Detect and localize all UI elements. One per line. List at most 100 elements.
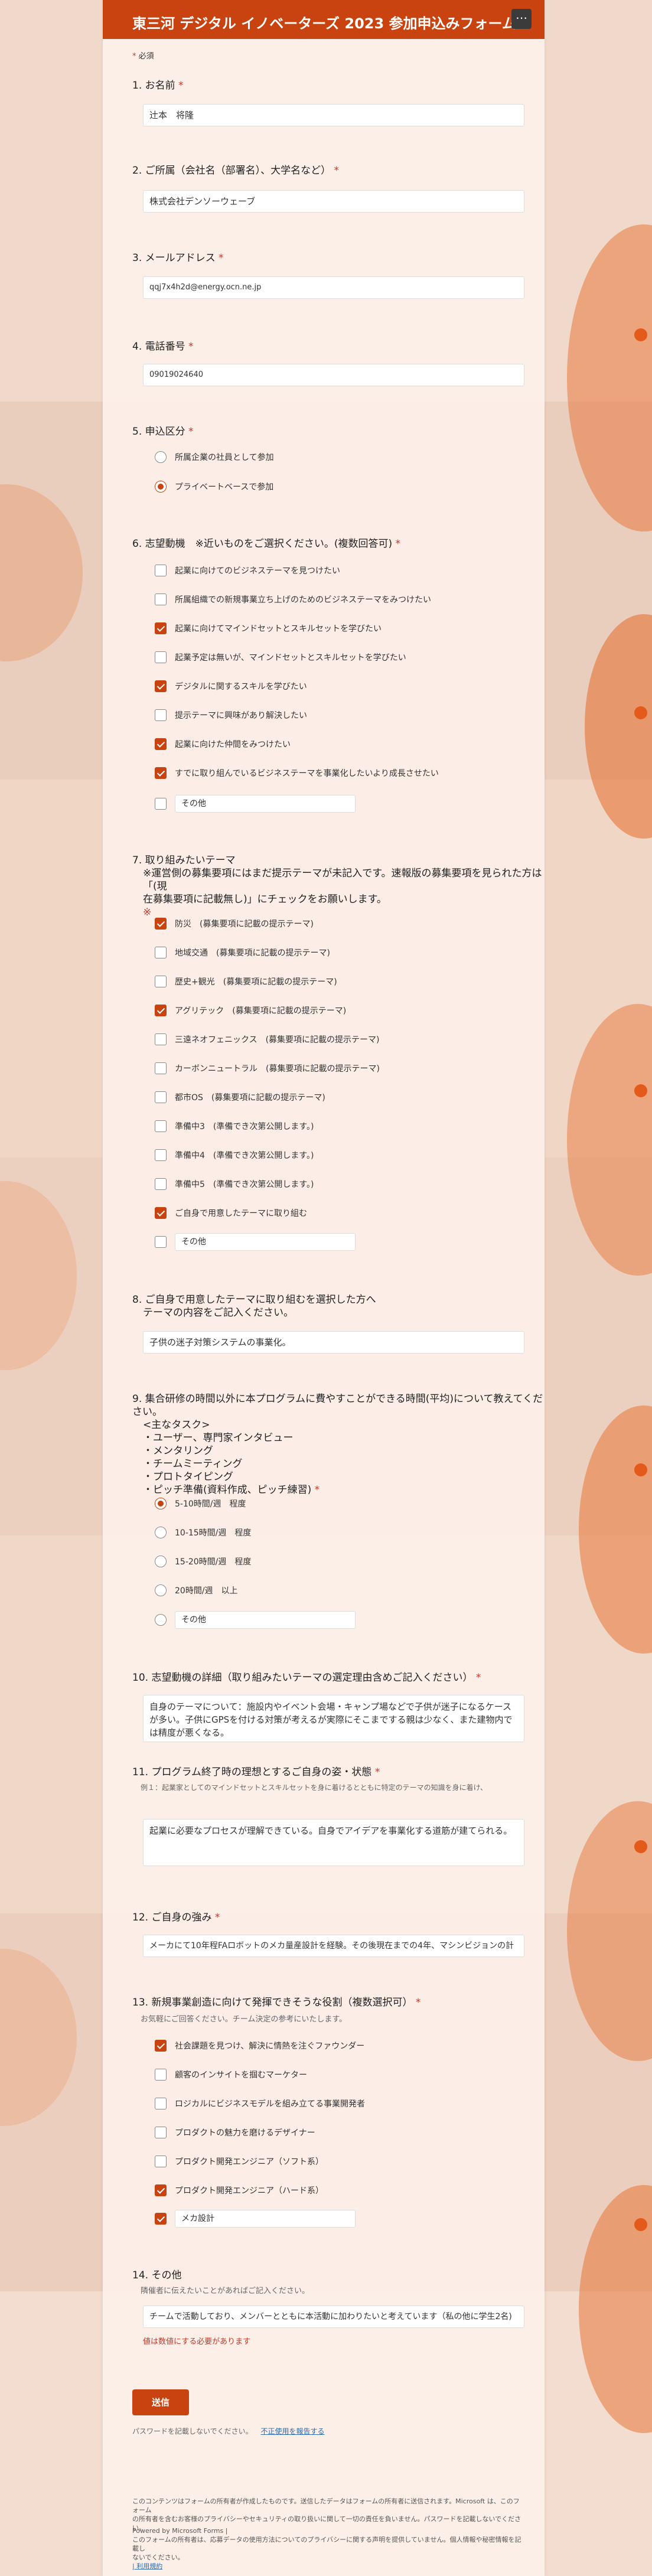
q5-title: 5. 申込区分 *	[132, 426, 194, 438]
q7-other-option[interactable]: その他	[155, 1233, 356, 1251]
q8-title: 8. ご自身で用意したテーマに取り組むを選択した方へ テーマの内容をご記入くださ…	[132, 1294, 376, 1319]
own-theme-field[interactable]: 子供の迷子対策システムの事業化。	[143, 1331, 524, 1354]
checkbox[interactable]	[155, 1005, 167, 1016]
q9-option[interactable]: 20時間/週 以上	[155, 1583, 238, 1597]
q9-other-option[interactable]: その他	[155, 1611, 356, 1629]
checkbox[interactable]	[155, 1207, 167, 1219]
report-abuse-link[interactable]: 不正使用を報告する	[260, 2427, 324, 2435]
radio-button[interactable]	[155, 481, 167, 493]
checkbox[interactable]	[155, 976, 167, 987]
checkbox[interactable]	[155, 565, 167, 576]
q6-option[interactable]: 所属組織での新規事業立ち上げのためのビジネステーマをみつけたい	[155, 592, 431, 606]
q6-other-input[interactable]: その他	[175, 795, 356, 813]
checkbox[interactable]	[155, 767, 167, 779]
strengths-field[interactable]: メーカにて10年程FAロボットのメカ量産設計を経験。その後現在までの4年、マシン…	[143, 1935, 524, 1957]
q7-option[interactable]: 準備中5 (準備でき次第公開します。)	[155, 1177, 314, 1191]
checkbox[interactable]	[155, 1236, 167, 1248]
q7-option[interactable]: 準備中4 (準備でき次第公開します。)	[155, 1148, 314, 1162]
q7-option[interactable]: 都市OS (募集要項に記載の提示テーマ)	[155, 1090, 325, 1104]
checkbox[interactable]	[155, 918, 167, 930]
q7-option[interactable]: アグリテック (募集要項に記載の提示テーマ)	[155, 1003, 346, 1018]
checkbox[interactable]	[155, 947, 167, 958]
q14-subtitle: 隣催者に伝えたいことがあればご記入ください。	[141, 2287, 310, 2295]
checkbox[interactable]	[155, 1149, 167, 1161]
q6-option[interactable]: 起業予定は無いが、マインドセットとスキルセットを学びたい	[155, 650, 406, 664]
checkbox[interactable]	[155, 2127, 167, 2138]
submit-button[interactable]: 送信	[132, 2389, 189, 2415]
checkbox[interactable]	[155, 1091, 167, 1103]
checkbox[interactable]	[155, 2040, 167, 2052]
checkbox[interactable]	[155, 1062, 167, 1074]
q6-option[interactable]: 提示テーマに興味があり解決したい	[155, 708, 307, 722]
q7-option[interactable]: 準備中3 (準備でき次第公開します。)	[155, 1119, 314, 1133]
validation-error: 値は数値にする必要があります	[143, 2337, 251, 2346]
q7-option[interactable]: 地域交通 (募集要項に記載の提示テーマ)	[155, 945, 330, 960]
q6-option[interactable]: すでに取り組んでいるビジネステーマを事業化したいより成長させたい	[155, 766, 439, 780]
q7-option[interactable]: 三遠ネオフェニックス (募集要項に記載の提示テーマ)	[155, 1032, 380, 1046]
q7-option[interactable]: カーボンニュートラル (募集要項に記載の提示テーマ)	[155, 1061, 380, 1075]
checkbox[interactable]	[155, 738, 167, 750]
q13-option[interactable]: 顧客のインサイトを掴むマーケター	[155, 2068, 307, 2082]
checkbox[interactable]	[155, 709, 167, 721]
email-field[interactable]: qqj7x4h2d@energy.ocn.ne.jp	[143, 276, 524, 299]
q6-other-option[interactable]: その他	[155, 795, 356, 813]
terms-link[interactable]: | 利用規約	[132, 2562, 162, 2570]
checkbox[interactable]	[155, 2156, 167, 2167]
q13-option[interactable]: 社会課題を見つけ、解決に情熱を注ぐファウンダー	[155, 2039, 364, 2053]
q13-other-input[interactable]: メカ設計	[175, 2210, 356, 2228]
q9-option[interactable]: 5-10時間/週 程度	[155, 1496, 246, 1511]
q7-option[interactable]: ご自身で用意したテーマに取り組む	[155, 1206, 307, 1220]
q7-other-input[interactable]: その他	[175, 1233, 356, 1251]
phone-field[interactable]: 09019024640	[143, 364, 524, 386]
checkbox[interactable]	[155, 2069, 167, 2081]
decor-dot-icon	[634, 1084, 647, 1097]
q9-title: 9. 集合研修の時間以外に本プログラムに費やすことができる時間(平均)について教…	[132, 1393, 543, 1496]
q9-other-input[interactable]: その他	[175, 1611, 356, 1629]
more-icon[interactable]: ⋯	[511, 9, 532, 29]
q13-option[interactable]: プロダクト開発エンジニア（ハード系）	[155, 2183, 324, 2197]
other-comments-field[interactable]: チームで活動しており、メンバーとともに本活動に加わりたいと考えています（私の他に…	[143, 2306, 524, 2328]
radio-button[interactable]	[155, 1556, 167, 1567]
q5-option[interactable]: プライベートベースで参加	[155, 480, 273, 494]
q6-option[interactable]: 起業に向けてのビジネステーマを見つけたい	[155, 563, 340, 578]
radio-button[interactable]	[155, 1527, 167, 1538]
checkbox[interactable]	[155, 594, 167, 605]
q6-option[interactable]: 起業に向けた仲間をみつけたい	[155, 737, 291, 751]
checkbox[interactable]	[155, 622, 167, 634]
q5-option[interactable]: 所属企業の社員として参加	[155, 450, 274, 464]
ideal-state-field[interactable]: 起業に必要なプロセスが理解できている。自身でアイデアを事業化する道筋が建てられる…	[143, 1819, 524, 1866]
radio-button[interactable]	[155, 451, 167, 463]
radio-button[interactable]	[155, 1498, 167, 1509]
q6-option[interactable]: デジタルに関するスキルを学びたい	[155, 679, 307, 693]
checkbox[interactable]	[155, 680, 167, 692]
checkbox[interactable]	[155, 1120, 167, 1132]
affiliation-field[interactable]: 株式会社デンソーウェーブ	[143, 190, 524, 213]
q10-title: 10. 志望動機の詳細（取り組みたいテーマの選定理由含めご記入ください） *	[132, 1672, 481, 1684]
q13-other-option[interactable]: メカ設計	[155, 2210, 356, 2228]
form-card: 東三河 デジタル イノベーターズ 2023 参加申込みフォーム ⋯ * 必須 1…	[103, 0, 545, 2576]
checkbox[interactable]	[155, 1033, 167, 1045]
checkbox[interactable]	[155, 1178, 167, 1190]
checkbox[interactable]	[155, 2098, 167, 2109]
q13-option[interactable]: プロダクト開発エンジニア（ソフト系）	[155, 2154, 324, 2169]
q13-option[interactable]: プロダクトの魅力を磨けるデザイナー	[155, 2125, 315, 2140]
q7-option[interactable]: 歴史+観光 (募集要項に記載の提示テーマ)	[155, 974, 337, 989]
motivation-detail-field[interactable]: 自身のテーマについて：施設内やイベント会場・キャンプ場などで子供が迷子になるケー…	[143, 1695, 524, 1742]
checkbox[interactable]	[155, 651, 167, 663]
checkbox[interactable]	[155, 798, 167, 810]
name-field[interactable]: 辻本 将隆	[143, 104, 524, 126]
radio-button[interactable]	[155, 1614, 167, 1626]
q12-title: 12. ご自身の強み *	[132, 1912, 220, 1923]
q6-title: 6. 志望動機 ※近いものをご選択ください。(複数回答可) *	[132, 538, 401, 550]
password-note: パスワードを記載しないでください。 不正使用を報告する	[132, 2427, 325, 2435]
radio-button[interactable]	[155, 1584, 167, 1596]
checkbox[interactable]	[155, 2213, 167, 2225]
checkbox[interactable]	[155, 2184, 167, 2196]
q6-option[interactable]: 起業に向けてマインドセットとスキルセットを学びたい	[155, 621, 382, 635]
q2-title: 2. ご所属（会社名（部署名）、大学名など） *	[132, 165, 340, 177]
q9-option[interactable]: 10-15時間/週 程度	[155, 1525, 251, 1540]
q13-option[interactable]: ロジカルにビジネスモデルを組み立てる事業開発者	[155, 2096, 365, 2111]
q7-option[interactable]: 防災 (募集要項に記載の提示テーマ)	[155, 917, 314, 931]
q9-option[interactable]: 15-20時間/週 程度	[155, 1554, 251, 1569]
decor-dot-icon	[634, 328, 647, 341]
